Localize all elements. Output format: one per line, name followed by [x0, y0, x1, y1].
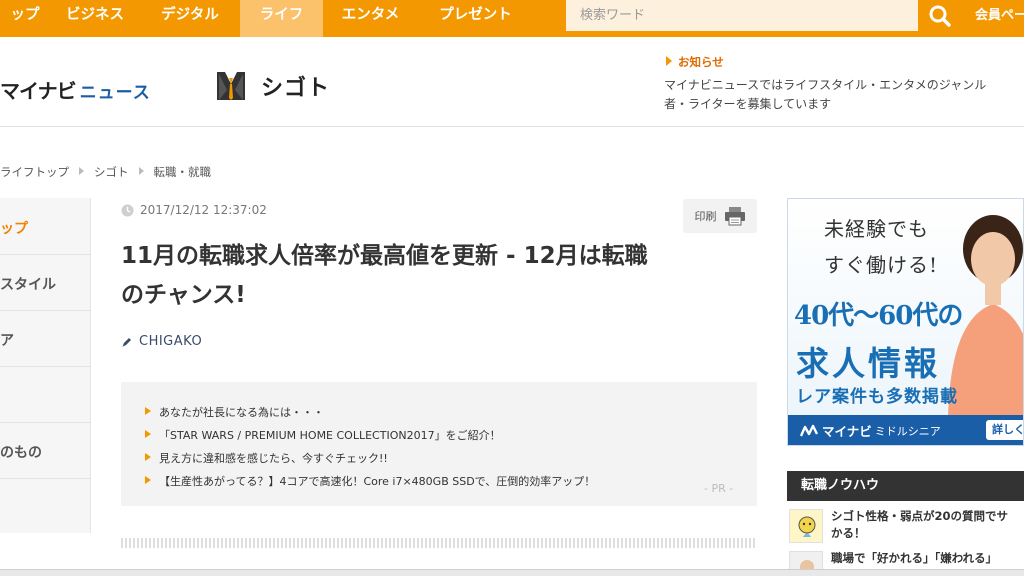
notice-text-line2[interactable]: 者・ライターを募集しています	[664, 95, 1024, 114]
divider	[0, 366, 91, 367]
suit-icon	[217, 72, 245, 100]
knowhow-item-line1: 職場で「好かれる」「嫌われる」	[831, 551, 998, 565]
shigoto-section-logo[interactable]: シゴト	[215, 70, 330, 102]
notice-title: お知らせ	[664, 54, 1024, 70]
leftnav-item-top[interactable]: ップ	[0, 218, 91, 238]
knowhow-thumbnail	[789, 509, 823, 543]
search-button[interactable]	[918, 0, 961, 31]
clock-icon	[121, 203, 134, 217]
divider	[0, 478, 91, 479]
divider	[0, 254, 91, 255]
logo-sub-text: ニュース	[79, 83, 151, 103]
article-author[interactable]: CHIGAKO	[121, 334, 202, 349]
chevron-right-icon	[138, 167, 144, 175]
ad-banner-middle-senior[interactable]: 未経験でも すぐ働ける! 40代～60代の 求人情報 レア案件も多数掲載 マイナ…	[787, 198, 1024, 446]
character-icon	[790, 510, 822, 542]
notice-text-line1[interactable]: マイナビニュースではライフスタイル・エンタメのジャンル	[664, 76, 1024, 95]
pr-label: - PR -	[704, 482, 734, 495]
pr-link[interactable]: あなたが社長になる為には・・・	[145, 404, 324, 420]
logo-main-text: マイナビ	[0, 79, 77, 103]
decorative-stripes	[121, 538, 757, 548]
ad-text-line3: 40代～60代の	[794, 301, 963, 331]
nav-item-business[interactable]: ビジネス	[50, 0, 140, 37]
knowhow-item-line2: かる！	[831, 526, 866, 540]
print-label: 印刷	[694, 210, 717, 223]
leftnav-item-a[interactable]: ア	[0, 330, 91, 350]
nav-item-life[interactable]: ライフ	[240, 0, 323, 37]
leftnav-item-lifestyle[interactable]: スタイル	[0, 274, 91, 294]
search-icon	[929, 5, 951, 27]
article-title-line2: のチャンス!	[121, 282, 246, 308]
knowhow-item[interactable]: シゴト性格・弱点が20の質問でサ かる！	[787, 505, 1024, 547]
nav-item-top[interactable]: ップ	[0, 0, 50, 37]
ad-text-line2: すぐ働ける!	[824, 253, 939, 277]
ad-text-line4: 求人情報	[796, 344, 940, 383]
nav-item-entame[interactable]: エンタメ	[323, 0, 418, 37]
ad-text-line1: 未経験でも	[824, 217, 929, 241]
breadcrumb-item-life-top[interactable]: ライフトップ	[0, 165, 69, 179]
print-button[interactable]: 印刷	[683, 199, 757, 233]
knowhow-section-header: 転職ノウハウ	[787, 471, 1024, 501]
divider	[0, 422, 91, 423]
article-date-text: 2017/12/12 12:37:02	[140, 203, 267, 217]
nav-item-digital[interactable]: デジタル	[140, 0, 240, 37]
pr-link[interactable]: 見え方に違和感を感じたら、今すぐチェック!!	[145, 450, 388, 466]
top-nav-bar: ップ ビジネス デジタル ライフ エンタメ プレゼント 会員ペー	[0, 0, 1024, 37]
notice-panel: お知らせ マイナビニュースではライフスタイル・エンタメのジャンル 者・ライターを…	[664, 54, 1024, 114]
leftnav-item-mono[interactable]: のもの	[0, 442, 91, 462]
left-category-nav: ップ スタイル ア のもの	[0, 198, 91, 533]
site-header: マイナビ ニュース シゴト お知らせ マイナビニュースではライフスタイル・エンタメ…	[0, 37, 1024, 127]
ad-footer: マイナビ ミドルシニア 詳しく	[788, 415, 1023, 445]
ad-brand: マイナビ ミドルシニア	[800, 421, 941, 440]
ad-brand-sub: ミドルシニア	[874, 424, 941, 438]
search-input[interactable]	[566, 0, 916, 31]
window-bottom-bar	[0, 569, 1024, 576]
ad-brand-name: マイナビ	[822, 424, 872, 439]
pr-link[interactable]: 「STAR WARS / PREMIUM HOME COLLECTION2017…	[145, 427, 501, 443]
article-date: 2017/12/12 12:37:02	[121, 203, 267, 217]
knowhow-item-line1: シゴト性格・弱点が20の質問でサ	[831, 509, 1009, 523]
breadcrumb-item-shigoto[interactable]: シゴト	[94, 165, 129, 179]
member-page-link[interactable]: 会員ペー	[975, 0, 1024, 31]
printer-icon	[724, 207, 745, 226]
mynavi-mark-icon	[800, 424, 818, 436]
pencil-icon	[122, 337, 131, 347]
chevron-right-icon	[79, 167, 84, 175]
author-name: CHIGAKO	[139, 334, 203, 349]
breadcrumb: ライフトップ シゴト 転職・就職	[0, 164, 211, 180]
article-title-line1: 11月の転職求人倍率が最高値を更新 - 12月は転職	[121, 243, 648, 269]
pr-link[interactable]: 【生産性あがってる？】4コアで高速化！Core i7×480GB SSDで、圧倒…	[145, 473, 595, 489]
mynavi-news-logo[interactable]: マイナビ ニュース	[0, 75, 151, 104]
article-title: 11月の転職求人倍率が最高値を更新 - 12月は転職 のチャンス!	[121, 237, 761, 315]
breadcrumb-item-career[interactable]: 転職・就職	[154, 165, 212, 179]
knowhow-item-text: 職場で「好かれる」「嫌われる」	[831, 550, 1024, 567]
knowhow-item-text: シゴト性格・弱点が20の質問でサ かる！	[831, 508, 1024, 542]
pr-links-box: あなたが社長になる為には・・・ 「STAR WARS / PREMIUM HOM…	[121, 382, 757, 506]
search-box	[566, 0, 961, 31]
nav-item-present[interactable]: プレゼント	[418, 0, 533, 37]
section-logo-text: シゴト	[261, 76, 331, 101]
ad-detail-button[interactable]: 詳しく	[986, 420, 1023, 440]
ad-text-line5: レア案件も多数掲載	[796, 387, 958, 407]
divider	[0, 310, 91, 311]
